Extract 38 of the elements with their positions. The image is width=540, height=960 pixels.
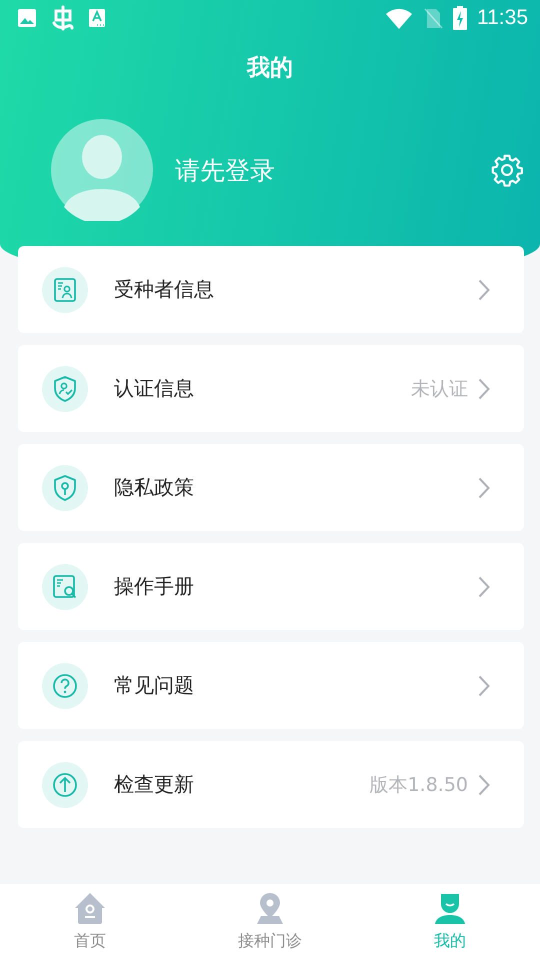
settings-icon[interactable]: [490, 153, 524, 187]
document-search-icon: [42, 564, 88, 610]
person-icon: [433, 892, 467, 926]
menu-value: 版本1.8.50: [370, 772, 468, 798]
menu-item[interactable]: 常见问题: [18, 642, 524, 729]
no-sim-icon: [423, 7, 443, 29]
menu-label: 操作手册: [114, 573, 195, 600]
menu-label: 受种者信息: [114, 276, 215, 303]
menu-item[interactable]: 检查更新 版本1.8.50: [18, 741, 524, 828]
shield-keyhole-icon: [42, 464, 88, 510]
keyboard-icon: [88, 8, 106, 28]
status-time: 11:35: [477, 6, 528, 30]
menu-item[interactable]: 隐私政策: [18, 444, 524, 531]
menu-label: 认证信息: [114, 375, 195, 402]
avatar-icon[interactable]: [51, 119, 153, 221]
menu-item[interactable]: 认证信息 未认证: [18, 345, 524, 432]
chevron-right-icon: [478, 576, 490, 598]
menu-label: 常见问题: [114, 672, 195, 699]
home-icon: [73, 892, 107, 926]
menu-value: 未认证: [411, 376, 468, 402]
help-icon: [42, 662, 88, 708]
chevron-right-icon: [478, 378, 490, 400]
menu-item[interactable]: 操作手册: [18, 543, 524, 630]
upload-icon: [42, 762, 88, 808]
chevron-right-icon: [478, 476, 490, 498]
app-logo-icon: [50, 5, 76, 31]
menu-item[interactable]: 受种者信息: [18, 246, 524, 333]
shield-person-icon: [42, 366, 88, 412]
profile-card-icon: [42, 266, 88, 312]
chevron-right-icon: [478, 278, 490, 300]
chevron-right-icon: [478, 774, 490, 796]
menu-label: 隐私政策: [114, 474, 195, 501]
chevron-right-icon: [478, 674, 490, 696]
image-icon: [16, 7, 38, 29]
wifi-icon: [385, 7, 413, 29]
menu-label: 检查更新: [114, 771, 195, 798]
battery-charging-icon: [453, 6, 467, 30]
page-title: 我的: [247, 54, 293, 83]
